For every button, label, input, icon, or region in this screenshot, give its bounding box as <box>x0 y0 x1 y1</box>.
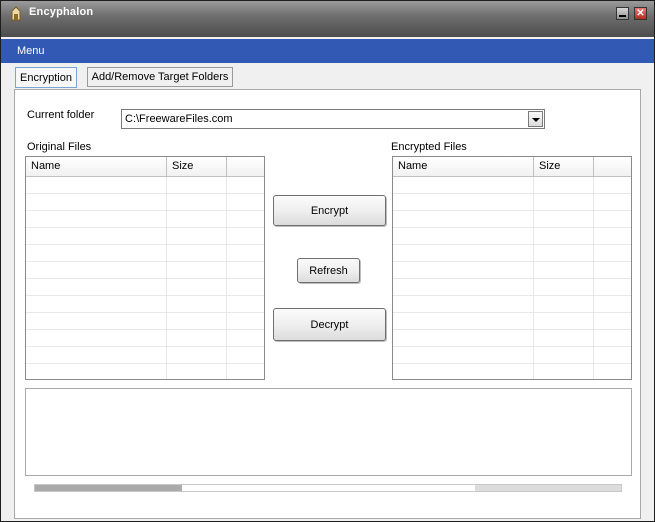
original-files-list[interactable]: Name Size <box>25 156 265 380</box>
original-files-header: Name Size <box>26 157 264 177</box>
encrypted-files-list[interactable]: Name Size <box>392 156 632 380</box>
original-files-rows <box>26 177 264 379</box>
tab-encryption[interactable]: Encryption <box>15 67 77 88</box>
column-header-size[interactable]: Size <box>167 157 227 177</box>
scrollbar-thumb[interactable] <box>35 485 182 491</box>
minimize-icon <box>619 15 626 17</box>
app-window: Encyphalon ✕ Menu Encryption Add/Remove … <box>0 0 655 522</box>
window-title: Encyphalon <box>29 6 94 18</box>
column-header-filler <box>227 157 264 177</box>
title-bar[interactable]: Encyphalon ✕ <box>1 1 654 37</box>
scrollbar-track-segment <box>475 485 621 491</box>
refresh-button[interactable]: Refresh <box>297 258 360 283</box>
menu-bar: Menu <box>1 39 654 63</box>
original-files-label: Original Files <box>27 141 92 153</box>
horizontal-scrollbar[interactable] <box>34 484 622 492</box>
encrypted-files-header: Name Size <box>393 157 631 177</box>
column-header-name[interactable]: Name <box>26 157 167 177</box>
current-folder-label: Current folder <box>27 109 95 121</box>
menu-item-menu[interactable]: Menu <box>17 45 45 57</box>
log-output[interactable] <box>25 388 632 476</box>
chevron-down-icon[interactable] <box>528 111 543 127</box>
encrypt-button[interactable]: Encrypt <box>273 195 386 226</box>
minimize-button[interactable] <box>616 7 629 20</box>
column-header-name[interactable]: Name <box>393 157 534 177</box>
encrypted-files-rows <box>393 177 631 379</box>
decrypt-button[interactable]: Decrypt <box>273 308 386 341</box>
app-icon <box>11 6 21 21</box>
column-header-filler <box>594 157 631 177</box>
current-folder-value: C:\FreewareFiles.com <box>125 113 233 125</box>
close-button[interactable]: ✕ <box>634 7 647 20</box>
column-header-size[interactable]: Size <box>534 157 594 177</box>
close-icon: ✕ <box>636 7 645 19</box>
encrypted-files-label: Encrypted Files <box>391 141 467 153</box>
current-folder-select[interactable]: C:\FreewareFiles.com <box>121 109 545 129</box>
tab-add-remove-target-folders[interactable]: Add/Remove Target Folders <box>87 67 233 87</box>
